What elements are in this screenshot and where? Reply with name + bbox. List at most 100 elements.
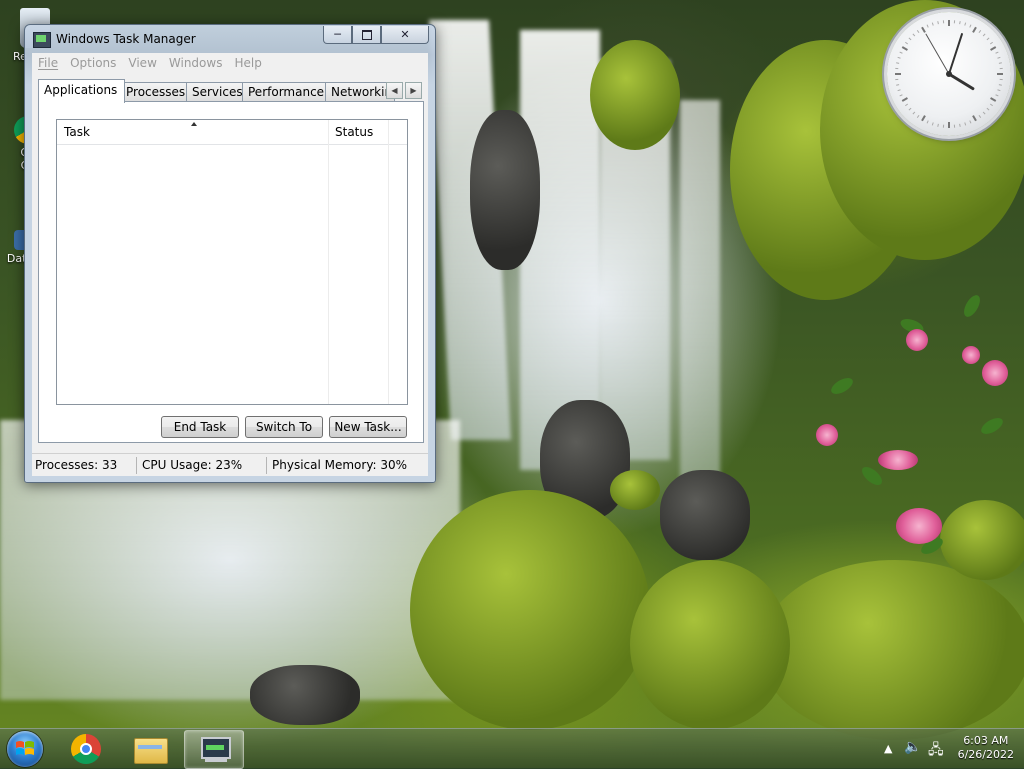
new-task-button[interactable]: New Task... bbox=[329, 416, 407, 438]
tray-time-text: 6:03 AM bbox=[958, 734, 1014, 748]
taskbar: ▲ 🔈 🖧 6:03 AM 6/26/2022 bbox=[0, 728, 1024, 769]
volume-muted-icon[interactable]: 🔈 bbox=[904, 739, 921, 755]
task-manager-icon bbox=[33, 32, 51, 48]
folder-icon bbox=[134, 738, 168, 764]
switch-to-button[interactable]: Switch To bbox=[245, 416, 323, 438]
clock-tick bbox=[913, 34, 915, 36]
clock-tick bbox=[990, 104, 992, 106]
clock-tick bbox=[927, 121, 928, 124]
tab-applications[interactable]: Applications bbox=[38, 79, 125, 103]
clock-tick bbox=[991, 47, 996, 50]
clock-tick bbox=[987, 108, 989, 110]
network-icon[interactable]: 🖧 bbox=[928, 739, 944, 763]
chevron-up-icon: ▲ bbox=[884, 742, 892, 755]
windows-logo-icon bbox=[15, 739, 35, 759]
close-button[interactable]: ✕ bbox=[381, 26, 429, 44]
minute-hand bbox=[949, 34, 962, 74]
task-list[interactable]: Task Status bbox=[56, 119, 408, 405]
show-hidden-icons-button[interactable]: ▲ bbox=[884, 742, 892, 755]
clock-tick bbox=[898, 90, 901, 91]
maximize-button[interactable] bbox=[352, 26, 381, 44]
chrome-icon bbox=[71, 734, 101, 764]
applications-panel: Task Status End Task Switch To New Task.… bbox=[38, 101, 424, 443]
clock-tick bbox=[917, 30, 919, 32]
menu-windows[interactable]: Windows bbox=[163, 56, 229, 70]
start-button[interactable] bbox=[7, 731, 43, 767]
client-area: Applications Processes Services Performa… bbox=[32, 73, 428, 453]
status-processes: Processes: 33 bbox=[32, 454, 135, 476]
window-title: Windows Task Manager bbox=[56, 32, 196, 46]
clock-tick bbox=[979, 115, 981, 117]
list-header: Task Status bbox=[57, 120, 407, 145]
title-bar[interactable]: Windows Task Manager ─ ✕ bbox=[25, 25, 435, 53]
taskbar-explorer-button[interactable] bbox=[121, 730, 179, 767]
clock-tick bbox=[902, 47, 907, 50]
clock-tick bbox=[999, 63, 1002, 64]
clock-center bbox=[946, 71, 952, 77]
clock-tick bbox=[900, 52, 903, 53]
taskbar-chrome-button[interactable] bbox=[58, 730, 116, 767]
status-physical-memory: Physical Memory: 30% bbox=[269, 454, 422, 476]
clock-tick bbox=[983, 112, 985, 114]
clock-tick bbox=[996, 52, 999, 53]
tray-clock[interactable]: 6:03 AM 6/26/2022 bbox=[958, 734, 1014, 762]
clock-tick bbox=[932, 23, 933, 26]
task-manager-window[interactable]: Windows Task Manager ─ ✕ File Options Vi… bbox=[24, 24, 436, 483]
close-icon: ✕ bbox=[400, 28, 409, 41]
clock-tick bbox=[998, 90, 1001, 91]
maximize-icon bbox=[362, 30, 372, 40]
clock-tick bbox=[913, 112, 915, 114]
status-bar: Processes: 33 CPU Usage: 23% Physical Me… bbox=[32, 453, 428, 476]
clock-tick bbox=[909, 108, 911, 110]
clock-tick bbox=[991, 98, 996, 101]
minimize-icon: ─ bbox=[334, 28, 341, 41]
status-cpu-usage: CPU Usage: 23% bbox=[139, 454, 272, 476]
status-divider bbox=[136, 457, 137, 474]
tab-processes[interactable]: Processes bbox=[120, 82, 188, 102]
hour-hand bbox=[949, 74, 973, 89]
clock-tick bbox=[900, 95, 903, 96]
clock-tick bbox=[896, 63, 899, 64]
tab-scroll-left-button[interactable]: ◀ bbox=[386, 82, 403, 99]
column-divider bbox=[388, 120, 389, 404]
menu-bar: File Options View Windows Help bbox=[32, 53, 428, 74]
menu-options[interactable]: Options bbox=[64, 56, 122, 70]
clock-tick bbox=[983, 34, 985, 36]
clock-tick bbox=[905, 42, 907, 44]
clock-tick bbox=[938, 124, 939, 127]
clock-tick bbox=[896, 85, 899, 86]
clock-tick bbox=[999, 85, 1002, 86]
clock-face-icon bbox=[887, 12, 1011, 136]
clock-tick bbox=[996, 95, 999, 96]
clock-tick bbox=[965, 23, 966, 26]
clock-tick bbox=[927, 25, 928, 28]
second-hand bbox=[926, 34, 949, 74]
clock-tick bbox=[905, 104, 907, 106]
tab-networking[interactable]: Networking bbox=[325, 82, 395, 102]
chevron-right-icon: ▶ bbox=[410, 86, 416, 95]
clock-tick bbox=[979, 30, 981, 32]
clock-tick bbox=[990, 42, 992, 44]
clock-gadget[interactable] bbox=[887, 12, 1011, 136]
menu-view[interactable]: View bbox=[122, 56, 162, 70]
tab-strip: Applications Processes Services Performa… bbox=[38, 79, 424, 101]
clock-tick bbox=[909, 38, 911, 40]
clock-tick bbox=[970, 121, 971, 124]
clock-tick bbox=[973, 116, 976, 121]
clock-tick bbox=[917, 115, 919, 117]
menu-file[interactable]: File bbox=[32, 56, 64, 70]
clock-tick bbox=[922, 27, 925, 32]
status-divider bbox=[266, 457, 267, 474]
tray-date-text: 6/26/2022 bbox=[958, 748, 1014, 762]
clock-tick bbox=[970, 25, 971, 28]
end-task-button[interactable]: End Task bbox=[161, 416, 239, 438]
minimize-button[interactable]: ─ bbox=[323, 26, 352, 44]
tab-scroll-right-button[interactable]: ▶ bbox=[405, 82, 422, 99]
clock-tick bbox=[902, 98, 907, 101]
clock-tick bbox=[960, 124, 961, 127]
menu-help[interactable]: Help bbox=[228, 56, 267, 70]
clock-tick bbox=[922, 116, 925, 121]
tab-performance[interactable]: Performance bbox=[242, 82, 331, 102]
taskbar-task-manager-button[interactable] bbox=[184, 730, 244, 769]
column-header-status[interactable]: Status bbox=[328, 120, 395, 144]
